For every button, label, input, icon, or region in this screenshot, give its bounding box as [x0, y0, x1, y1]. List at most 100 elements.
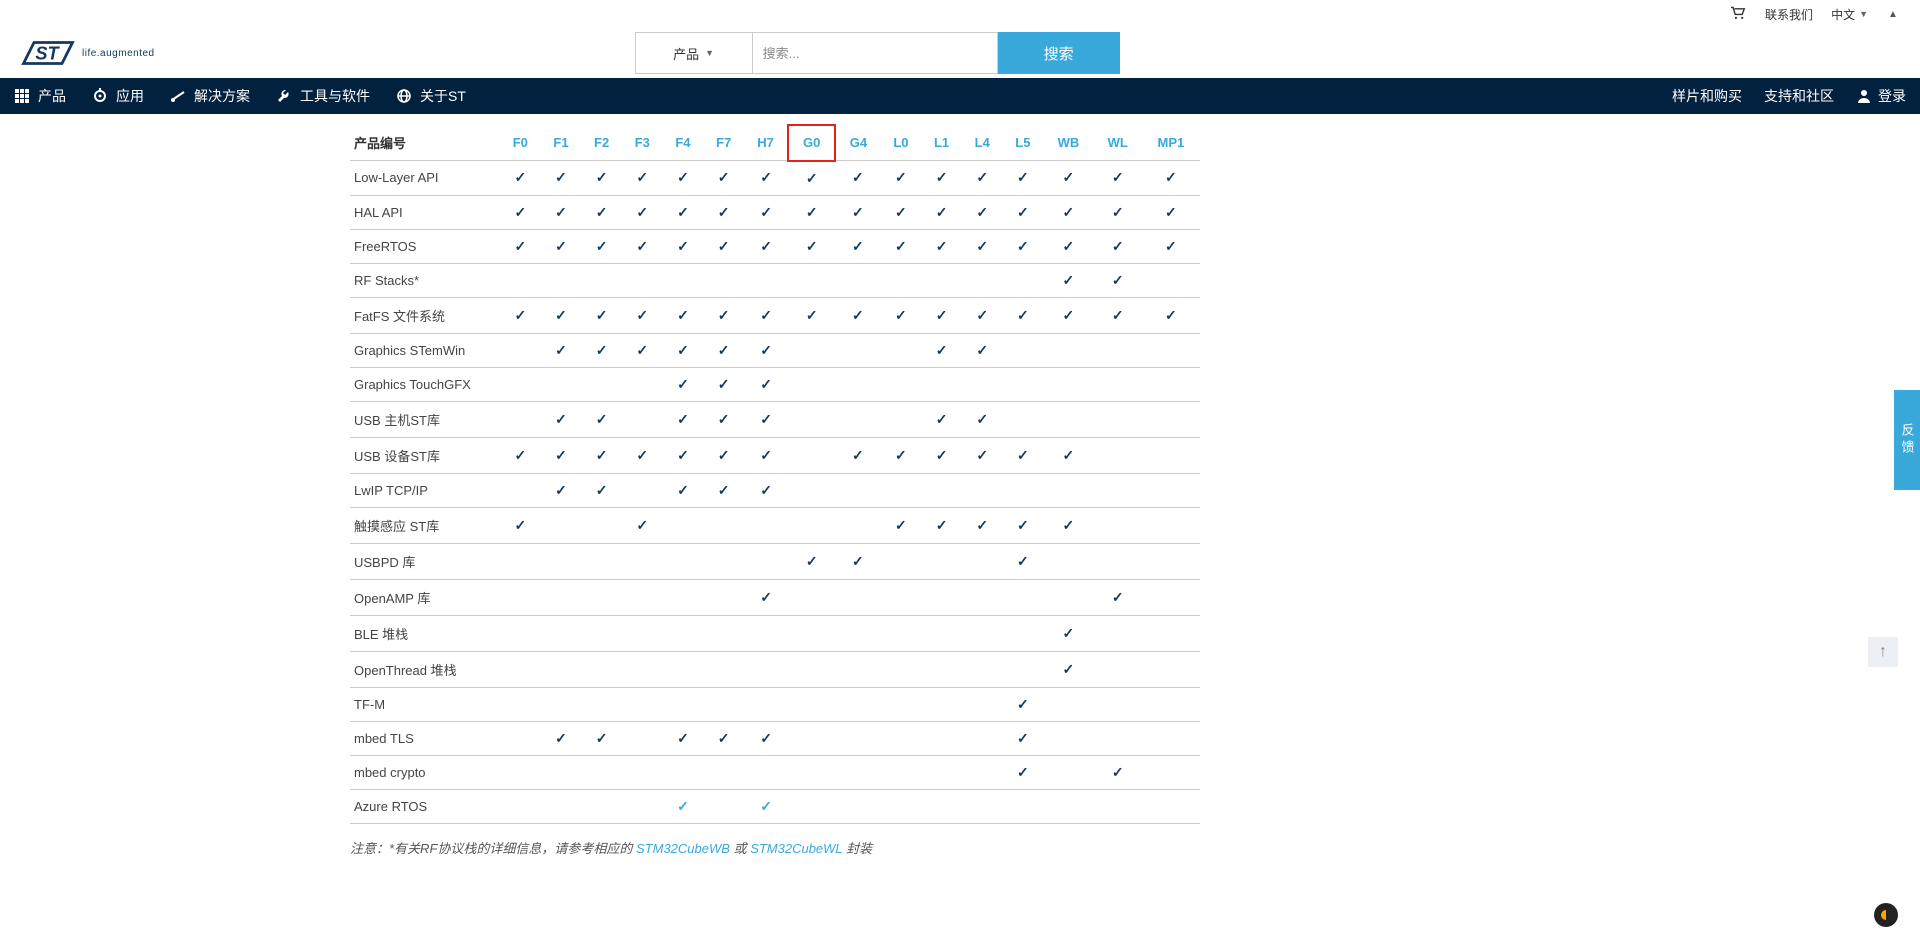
check-icon: ✓: [1165, 238, 1177, 254]
check-icon: ✓: [1017, 307, 1029, 323]
cart-icon[interactable]: [1729, 6, 1747, 23]
cell: ✓: [541, 401, 582, 437]
cell: ✓: [622, 297, 663, 333]
nav-tools[interactable]: 工具与软件: [276, 86, 370, 106]
cell: [1094, 333, 1142, 367]
contact-link[interactable]: 联系我们: [1765, 6, 1813, 23]
search-button[interactable]: 搜索: [998, 32, 1120, 74]
col-L5[interactable]: L5: [1003, 125, 1044, 161]
cell: [1142, 651, 1200, 687]
cell: [581, 615, 622, 651]
cell: ✓: [663, 297, 704, 333]
cell: ✓: [744, 579, 788, 615]
cell: [622, 473, 663, 507]
search-input[interactable]: [753, 32, 998, 74]
col-L1[interactable]: L1: [921, 125, 962, 161]
about-icon: [396, 88, 412, 104]
check-icon: ✓: [718, 411, 730, 427]
cell: [1043, 333, 1093, 367]
cell: [921, 579, 962, 615]
collapse-icon[interactable]: ▲: [1886, 7, 1900, 21]
col-F7[interactable]: F7: [703, 125, 744, 161]
cell: ✓: [703, 401, 744, 437]
check-icon: ✓: [555, 238, 567, 254]
col-G4[interactable]: G4: [835, 125, 880, 161]
nav-about[interactable]: 关于ST: [396, 86, 466, 106]
nav-solutions[interactable]: 解决方案: [170, 86, 250, 106]
footnote-link-wl[interactable]: STM32CubeWL: [750, 841, 842, 856]
col-F0[interactable]: F0: [500, 125, 541, 161]
cell: ✓: [962, 401, 1003, 437]
cell: [581, 789, 622, 823]
footnote-suffix: 封装: [846, 841, 872, 856]
col-WL[interactable]: WL: [1094, 125, 1142, 161]
check-icon: ✓: [1063, 517, 1075, 533]
nav-products[interactable]: 产品: [14, 86, 66, 106]
cell: [962, 615, 1003, 651]
cell: ✓: [881, 161, 922, 196]
col-L0[interactable]: L0: [881, 125, 922, 161]
cell: ✓: [962, 507, 1003, 543]
check-icon: ✓: [936, 169, 948, 185]
col-F4[interactable]: F4: [663, 125, 704, 161]
cell: ✓: [1003, 543, 1044, 579]
cell: [744, 615, 788, 651]
col-F1[interactable]: F1: [541, 125, 582, 161]
nav-apps[interactable]: 应用: [92, 86, 144, 106]
col-L4[interactable]: L4: [962, 125, 1003, 161]
cell: ✓: [744, 789, 788, 823]
cell: [500, 543, 541, 579]
cell: [581, 263, 622, 297]
row-label: mbed crypto: [350, 755, 500, 789]
scroll-top-button[interactable]: ↑: [1868, 637, 1898, 667]
check-icon: ✓: [852, 447, 864, 463]
cell: ✓: [541, 161, 582, 196]
cell: ✓: [1003, 229, 1044, 263]
cell: ✓: [835, 437, 880, 473]
cell: ✓: [703, 333, 744, 367]
cell: ✓: [581, 333, 622, 367]
col-WB[interactable]: WB: [1043, 125, 1093, 161]
cell: ✓: [881, 195, 922, 229]
check-icon: ✓: [1017, 730, 1029, 746]
cell: ✓: [703, 195, 744, 229]
check-icon: ✓: [555, 482, 567, 498]
check-icon: ✓: [514, 517, 526, 533]
cell: ✓: [663, 789, 704, 823]
logo[interactable]: ST life.augmented: [20, 34, 155, 72]
cell: [500, 473, 541, 507]
cell: [541, 367, 582, 401]
cell: [881, 687, 922, 721]
footnote-link-wb[interactable]: STM32CubeWB: [636, 841, 730, 856]
check-icon: ✓: [596, 342, 608, 358]
col-F3[interactable]: F3: [622, 125, 663, 161]
product-selector[interactable]: 产品 ▼: [635, 32, 753, 74]
cell: [663, 579, 704, 615]
table-row: BLE 堆栈✓: [350, 615, 1200, 651]
col-G0[interactable]: G0: [788, 125, 835, 161]
cell: [788, 789, 835, 823]
check-icon: ✓: [596, 411, 608, 427]
col-H7[interactable]: H7: [744, 125, 788, 161]
cell: [500, 579, 541, 615]
cell: [881, 401, 922, 437]
cell: [1003, 789, 1044, 823]
nav-label: 工具与软件: [300, 86, 370, 106]
col-F2[interactable]: F2: [581, 125, 622, 161]
lang-selector[interactable]: 中文 ▼: [1831, 6, 1868, 23]
cell: [703, 789, 744, 823]
accessibility-badge[interactable]: [1874, 903, 1898, 927]
cell: ✓: [541, 229, 582, 263]
cell: ✓: [881, 437, 922, 473]
table-row: FreeRTOS✓✓✓✓✓✓✓✓✓✓✓✓✓✓✓✓: [350, 229, 1200, 263]
cell: ✓: [788, 229, 835, 263]
nav-samples[interactable]: 样片和购买: [1672, 86, 1742, 106]
login-button[interactable]: 登录: [1856, 86, 1906, 106]
nav-support[interactable]: 支持和社区: [1764, 86, 1834, 106]
col-MP1[interactable]: MP1: [1142, 125, 1200, 161]
feedback-tab[interactable]: 反馈: [1894, 390, 1920, 490]
cell: ✓: [581, 297, 622, 333]
cell: [622, 543, 663, 579]
cell: [663, 755, 704, 789]
row-label: HAL API: [350, 195, 500, 229]
